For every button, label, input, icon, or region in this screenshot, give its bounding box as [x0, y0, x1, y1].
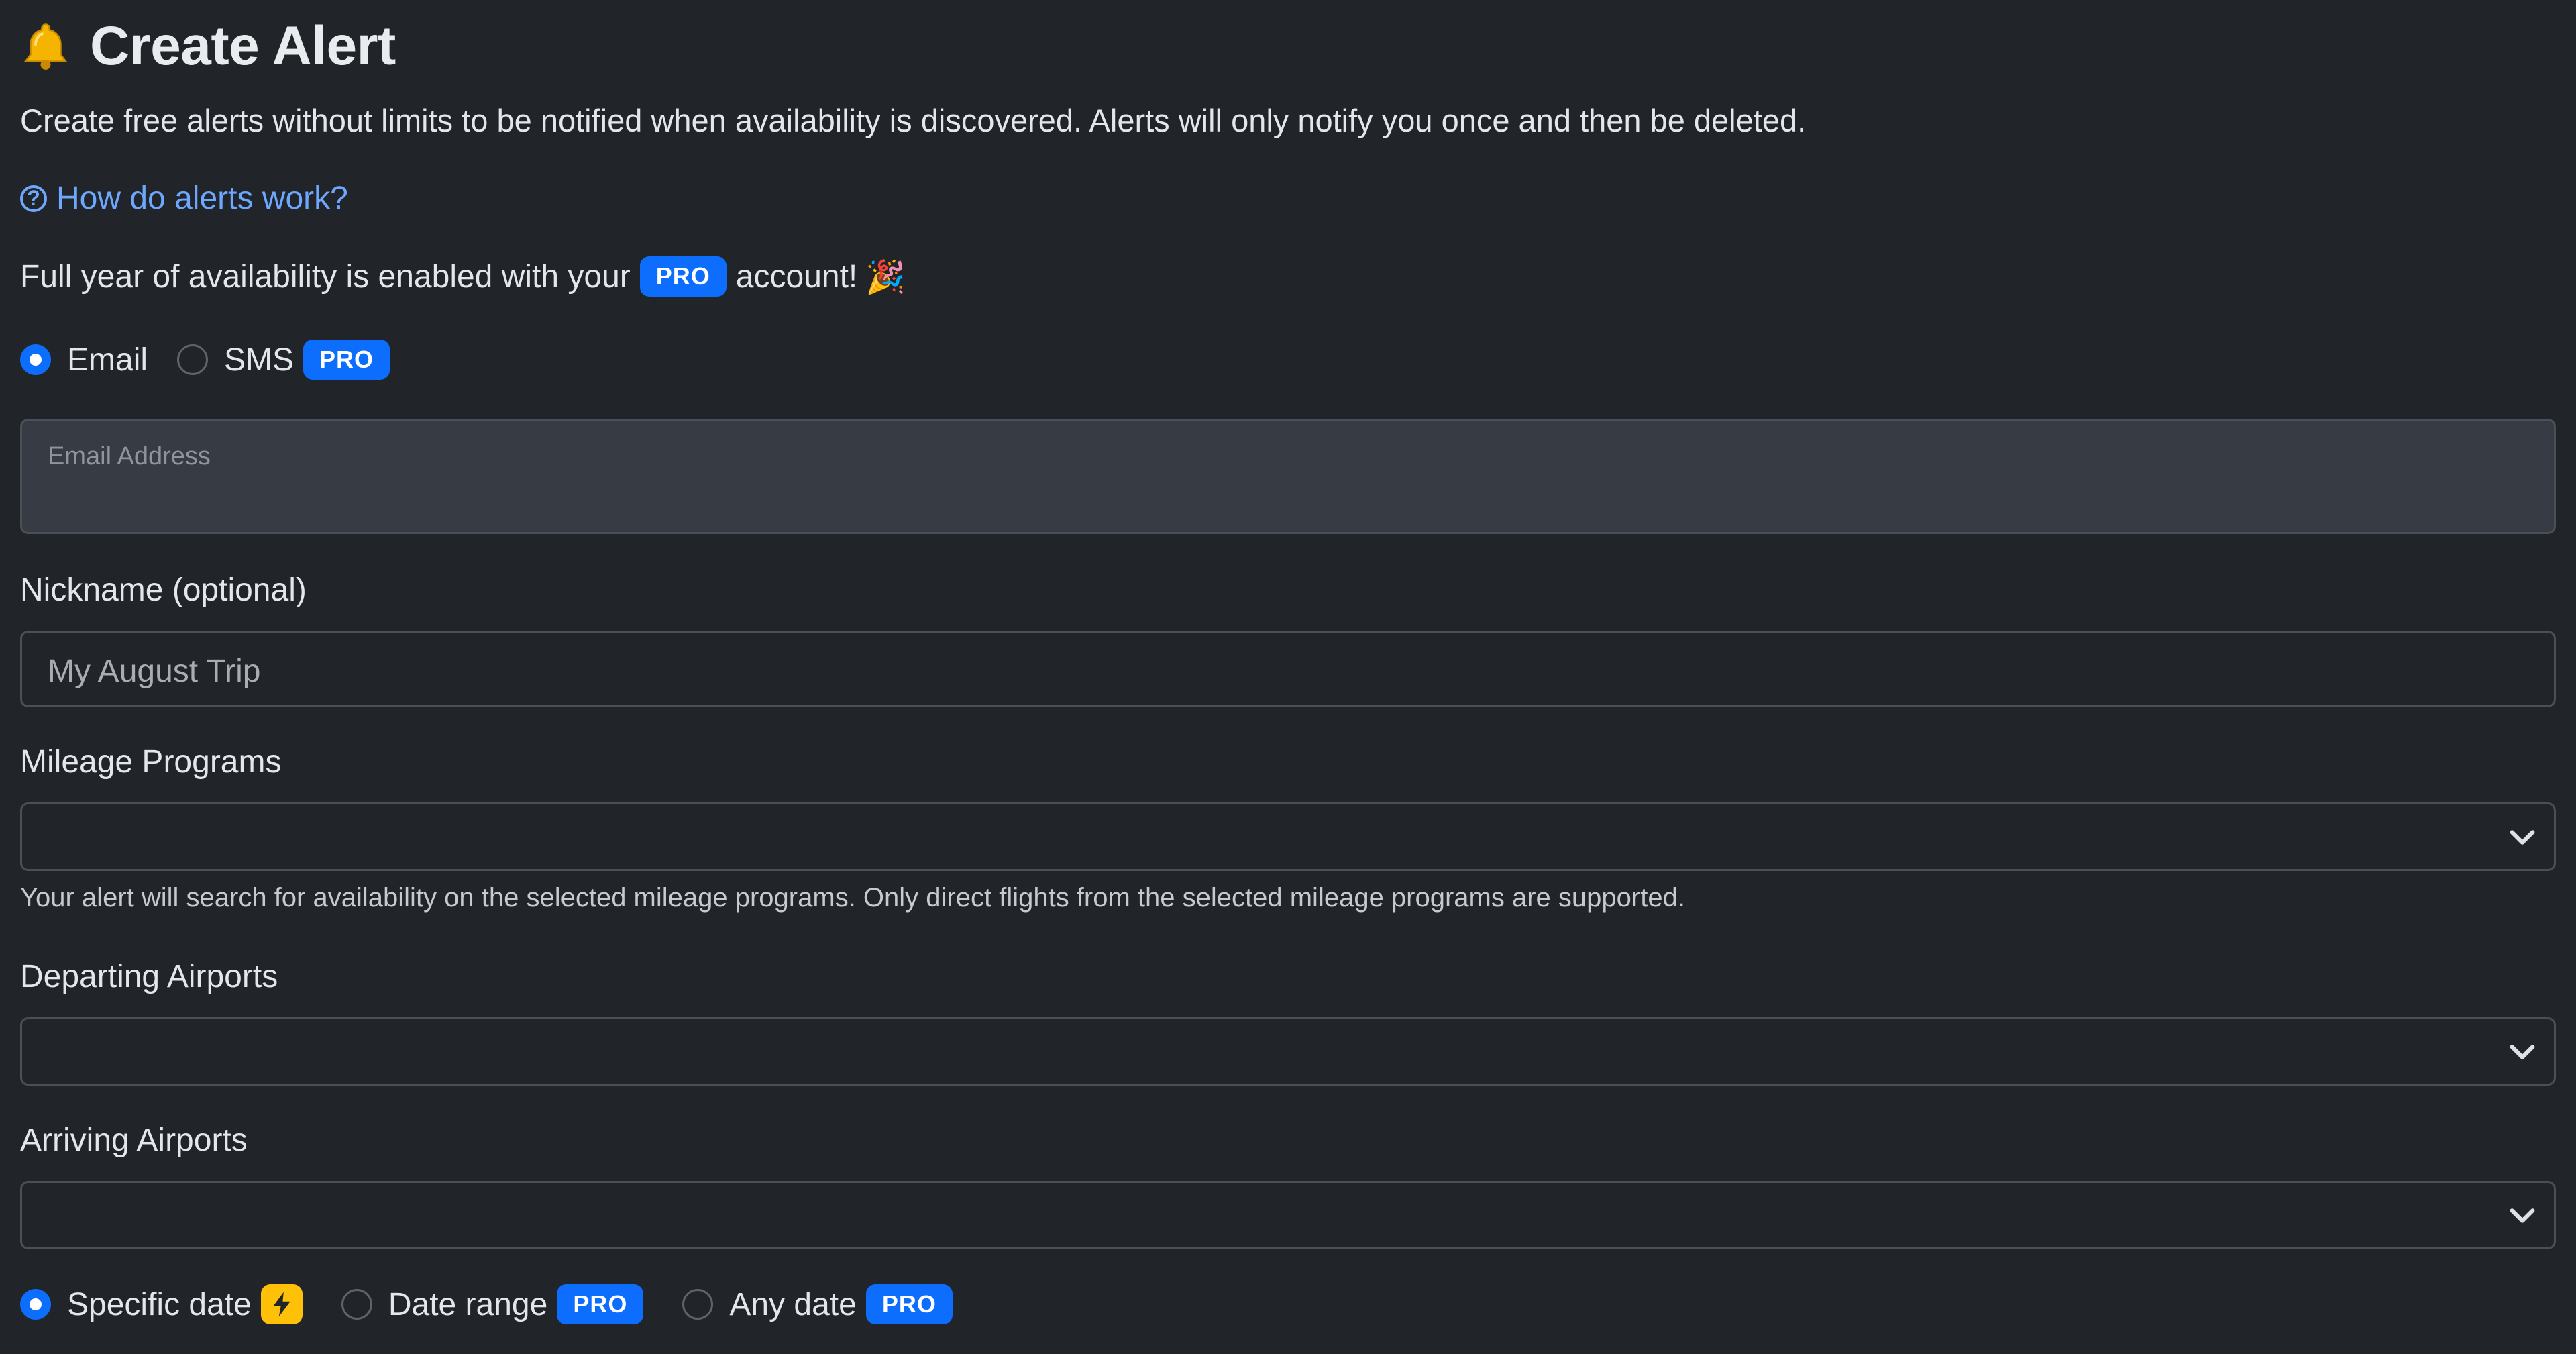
- nickname-label: Nickname (optional): [20, 572, 307, 608]
- how-alerts-work-link[interactable]: ? How do alerts work?: [20, 180, 348, 217]
- create-alert-page: Create Alert Create free alerts without …: [0, 0, 2576, 1354]
- any-date-radio[interactable]: [682, 1289, 714, 1320]
- lightning-bolt-badge: [260, 1284, 303, 1324]
- date-mode-group: Specific date Date range PRO Any date PR…: [20, 1284, 991, 1324]
- any-date-option[interactable]: Any date PRO: [682, 1284, 961, 1324]
- chevron-down-icon: [2510, 1045, 2535, 1059]
- sms-radio[interactable]: [177, 344, 209, 375]
- pro-notice-text-after: account!: [735, 258, 858, 295]
- specific-date-option[interactable]: Specific date: [20, 1284, 312, 1324]
- mileage-programs-label: Mileage Programs: [20, 744, 282, 780]
- specific-date-label: Specific date: [67, 1286, 252, 1322]
- mileage-programs-select[interactable]: [20, 802, 2556, 871]
- chevron-down-icon: [2510, 1208, 2535, 1223]
- email-radio-option[interactable]: Email: [20, 342, 148, 378]
- arriving-airports-select[interactable]: [20, 1181, 2556, 1249]
- page-title: Create Alert: [90, 15, 396, 76]
- date-range-radio[interactable]: [341, 1289, 372, 1320]
- pro-badge: PRO: [639, 256, 727, 297]
- any-date-label: Any date: [729, 1286, 857, 1322]
- sms-radio-label: SMS: [224, 342, 294, 378]
- notify-method-group: Email SMS PRO: [20, 340, 429, 380]
- any-date-pro-badge: PRO: [865, 1284, 953, 1324]
- bell-icon: [23, 23, 68, 70]
- how-alerts-work-label: How do alerts work?: [56, 180, 348, 216]
- pro-notice-text-before: Full year of availability is enabled wit…: [20, 258, 631, 295]
- email-radio-label: Email: [67, 342, 148, 378]
- page-header: Create Alert: [19, 15, 396, 76]
- email-placeholder: Email Address: [48, 442, 211, 470]
- departing-airports-label: Departing Airports: [20, 959, 278, 994]
- pro-notice: Full year of availability is enabled wit…: [20, 256, 906, 297]
- chevron-down-icon: [2510, 830, 2535, 845]
- date-range-option[interactable]: Date range PRO: [341, 1284, 653, 1324]
- departing-airports-select[interactable]: [20, 1017, 2556, 1086]
- date-range-label: Date range: [388, 1286, 548, 1322]
- nickname-placeholder: My August Trip: [48, 654, 261, 689]
- sms-pro-badge: PRO: [303, 340, 390, 380]
- lightning-bolt-icon: [273, 1292, 290, 1317]
- date-range-pro-badge: PRO: [557, 1284, 644, 1324]
- party-popper-icon: 🎉: [865, 259, 906, 295]
- specific-date-radio[interactable]: [20, 1289, 51, 1320]
- sms-radio-option[interactable]: SMS PRO: [177, 340, 399, 380]
- mileage-programs-help: Your alert will search for availability …: [20, 883, 1685, 913]
- email-field[interactable]: Email Address: [20, 419, 2556, 534]
- email-radio[interactable]: [20, 344, 51, 375]
- page-description: Create free alerts without limits to be …: [20, 103, 1807, 138]
- question-circle-icon: ?: [20, 185, 47, 212]
- nickname-input[interactable]: My August Trip: [20, 631, 2556, 707]
- arriving-airports-label: Arriving Airports: [20, 1123, 248, 1158]
